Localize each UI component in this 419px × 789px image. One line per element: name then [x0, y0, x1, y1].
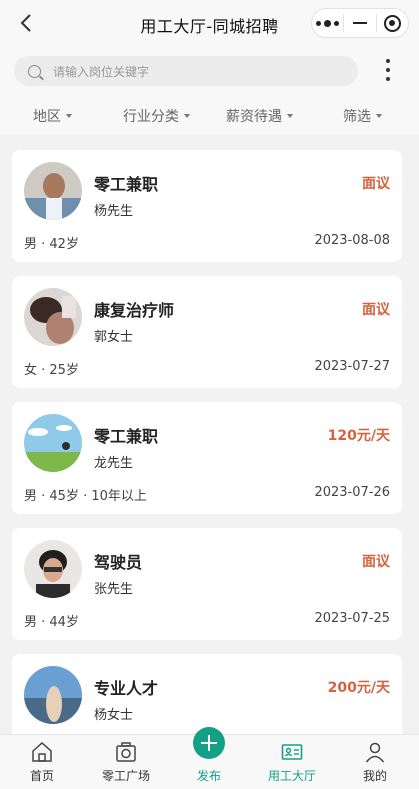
search-icon [28, 64, 41, 78]
job-list: 零工兼职 杨先生 面议 男 · 42岁 2023-08-08 康复治疗师 郭女士… [0, 134, 419, 734]
job-title: 零工兼职 [94, 427, 159, 446]
avatar [24, 666, 82, 724]
search-bar-row: 请输入岗位关键字 [0, 46, 419, 96]
salary: 面议 [362, 554, 390, 570]
caret-down-icon [287, 114, 293, 118]
job-meta: 男 · 45岁 · 10年以上 [24, 489, 147, 504]
filter-bar: 地区 行业分类 薪资待遇 筛选 [0, 96, 419, 134]
avatar [24, 288, 82, 346]
salary: 200元/天 [327, 680, 390, 696]
navigation-bar: 用工大厅-同城招聘 [0, 0, 419, 46]
filter-salary[interactable]: 薪资待遇 [226, 106, 293, 126]
job-card[interactable]: 康复治疗师 郭女士 面议 女 · 25岁 2023-07-27 [12, 276, 402, 388]
id-card-icon [281, 744, 303, 760]
post-date: 2023-08-08 [314, 233, 390, 248]
job-title: 专业人才 [94, 679, 159, 698]
avatar [24, 540, 82, 598]
job-title: 驾驶员 [94, 553, 143, 572]
tab-mine[interactable]: 我的 [333, 735, 417, 789]
tab-label: 用工大厅 [267, 769, 316, 783]
job-meta: 女 · 25岁 [24, 363, 79, 378]
job-meta: 男 · 42岁 [24, 237, 79, 252]
target-icon [383, 14, 401, 32]
bottom-tab-bar: 首页 零工广场 发布 用工大厅 我的 [0, 727, 419, 789]
salary: 面议 [362, 302, 390, 318]
user-icon [365, 742, 385, 763]
filter-label: 行业分类 [123, 109, 179, 125]
avatar [24, 162, 82, 220]
dots-icon [316, 19, 340, 27]
caret-down-icon [184, 114, 190, 118]
job-card[interactable]: 零工兼职 杨先生 面议 男 · 42岁 2023-08-08 [12, 150, 402, 262]
tab-gig-plaza[interactable]: 零工广场 [84, 735, 168, 789]
filter-industry[interactable]: 行业分类 [123, 106, 190, 126]
more-menu-button[interactable] [385, 59, 391, 81]
home-icon [32, 741, 52, 762]
avatar [24, 414, 82, 472]
job-title: 零工兼职 [94, 175, 159, 194]
tab-publish[interactable]: 发布 [167, 727, 251, 789]
tab-label: 首页 [29, 769, 54, 783]
filter-region[interactable]: 地区 [33, 106, 72, 126]
salary: 面议 [362, 176, 390, 192]
tab-label: 发布 [196, 769, 221, 783]
camera-icon [116, 742, 136, 762]
salary: 120元/天 [327, 428, 390, 444]
filter-label: 薪资待遇 [226, 109, 282, 125]
filter-label: 筛选 [343, 109, 371, 125]
caret-down-icon [66, 114, 72, 118]
tab-label: 我的 [362, 769, 387, 783]
tab-home[interactable]: 首页 [0, 735, 84, 789]
filter-more[interactable]: 筛选 [343, 106, 382, 126]
job-meta: 男 · 44岁 [24, 615, 79, 630]
job-card[interactable]: 驾驶员 张先生 面议 男 · 44岁 2023-07-25 [12, 528, 402, 640]
tab-label: 零工广场 [101, 769, 150, 783]
post-date: 2023-07-26 [314, 485, 390, 500]
post-date: 2023-07-25 [314, 611, 390, 626]
post-date: 2023-07-27 [314, 359, 390, 374]
contact-name: 张先生 [94, 582, 134, 597]
tab-hiring-hall[interactable]: 用工大厅 [250, 735, 334, 789]
miniprogram-capsule [311, 8, 409, 38]
more-options-button[interactable] [312, 9, 343, 37]
contact-name: 杨女士 [94, 708, 134, 723]
caret-down-icon [376, 114, 382, 118]
minus-icon [352, 22, 367, 24]
contact-name: 龙先生 [94, 456, 134, 471]
contact-name: 杨先生 [94, 204, 134, 219]
filter-label: 地区 [33, 109, 61, 125]
close-miniprogram-button[interactable] [377, 9, 408, 37]
job-card[interactable]: 零工兼职 龙先生 120元/天 男 · 45岁 · 10年以上 2023-07-… [12, 402, 402, 514]
minimize-button[interactable] [344, 9, 375, 37]
search-input[interactable]: 请输入岗位关键字 [14, 56, 358, 86]
plus-icon [201, 735, 217, 751]
job-title: 康复治疗师 [94, 301, 175, 320]
job-card[interactable]: 专业人才 杨女士 200元/天 [12, 654, 402, 734]
search-placeholder: 请输入岗位关键字 [53, 64, 150, 79]
publish-button[interactable] [193, 727, 225, 759]
contact-name: 郭女士 [94, 330, 134, 345]
